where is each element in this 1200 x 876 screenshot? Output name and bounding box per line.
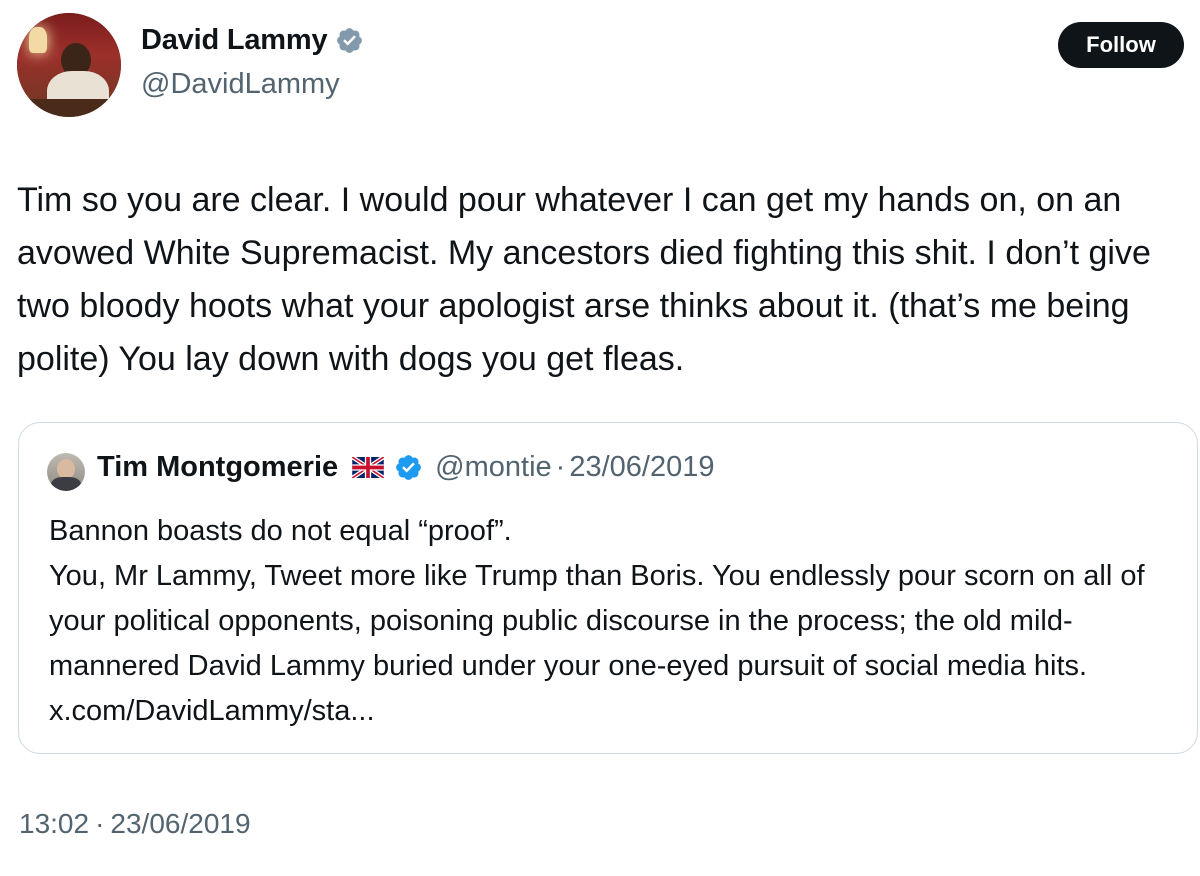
timestamp-separator: ·	[95, 808, 105, 839]
quoted-separator: ·	[555, 451, 566, 483]
quoted-tweet[interactable]: Tim Montgomerie @montie · 23/06/2019 Ban…	[18, 422, 1198, 754]
author-name-row: David Lammy	[141, 24, 364, 57]
tweet-text: Tim so you are clear. I would pour whate…	[17, 181, 1161, 378]
verified-badge-icon	[396, 455, 422, 480]
verified-badge-icon	[337, 28, 363, 53]
timestamp-date: 23/06/2019	[110, 808, 251, 839]
quoted-tweet-text: Bannon boasts do not equal “proof”. You,…	[49, 509, 1179, 734]
quoted-tweet-header: Tim Montgomerie @montie · 23/06/2019	[97, 451, 714, 484]
author-handle[interactable]: @DavidLammy	[141, 68, 340, 101]
quoted-text-line: You, Mr Lammy, Tweet more like Trump tha…	[49, 560, 1145, 727]
avatar-desk	[17, 99, 121, 117]
avatar-lamp	[29, 27, 47, 53]
author-display-name[interactable]: David Lammy	[141, 24, 328, 57]
follow-button[interactable]: Follow	[1058, 22, 1184, 68]
quoted-author-name[interactable]: Tim Montgomerie	[97, 451, 338, 484]
uk-flag-icon	[352, 457, 385, 478]
quoted-avatar-head	[57, 459, 75, 479]
quoted-author-avatar[interactable]	[47, 453, 85, 491]
quoted-date[interactable]: 23/06/2019	[569, 451, 714, 484]
author-avatar[interactable]	[17, 13, 121, 117]
tweet-card: David Lammy @DavidLammy Follow Tim so yo…	[0, 0, 1200, 876]
timestamp-time: 13:02	[19, 808, 90, 839]
quoted-author-handle[interactable]: @montie	[435, 451, 551, 484]
quoted-text-line: Bannon boasts do not equal “proof”.	[49, 515, 512, 547]
quoted-tweet-meta: @montie · 23/06/2019	[435, 451, 714, 484]
quoted-avatar-body	[51, 477, 81, 491]
tweet-timestamp[interactable]: 13:02 · 23/06/2019	[19, 808, 251, 840]
